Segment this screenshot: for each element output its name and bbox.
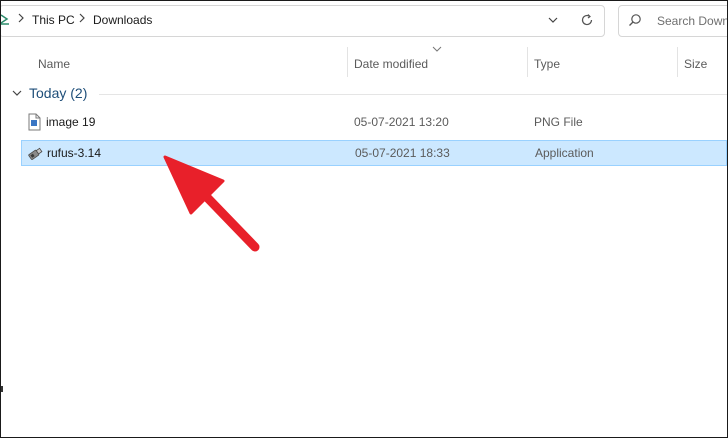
column-header-type[interactable]: Type [534,57,560,71]
file-type: Application [535,146,594,160]
file-explorer-window: This PC Downloads Search Down Name Date … [0,0,728,438]
breadcrumb-downloads[interactable]: Downloads [93,13,152,27]
collapse-group-icon[interactable] [11,88,23,98]
file-type: PNG File [534,115,583,129]
file-date-modified: 05-07-2021 18:33 [355,146,450,160]
column-header-name[interactable]: Name [38,57,70,71]
group-divider [99,94,727,95]
search-icon [629,14,641,26]
png-file-icon [28,113,41,131]
usb-drive-icon [28,147,43,160]
column-header-size[interactable]: Size [684,57,707,71]
address-bar[interactable] [1,5,605,37]
breadcrumb-this-pc[interactable]: This PC [32,13,75,27]
group-header-today[interactable]: Today (2) [29,85,87,101]
address-bar-row: This PC Downloads Search Down [1,1,727,41]
sort-caret-icon [432,46,442,52]
chevron-right-icon[interactable] [78,12,86,24]
column-header-date-modified[interactable]: Date modified [354,57,428,71]
file-name: image 19 [46,115,96,129]
search-placeholder: Search Down [657,14,728,28]
chevron-right-icon[interactable] [17,12,25,24]
column-divider[interactable] [527,47,528,77]
red-arrow-annotation [163,155,260,252]
this-pc-icon[interactable] [1,12,11,26]
file-date-modified: 05-07-2021 13:20 [354,115,449,129]
refresh-icon[interactable] [579,12,595,28]
file-row-image-19[interactable]: image 19 05-07-2021 13:20 PNG File [21,109,727,135]
file-name: rufus-3.14 [47,146,102,160]
column-divider[interactable] [347,47,348,77]
window-edge-mark [1,386,3,392]
file-row-rufus-3-14[interactable]: rufus-3.14 05-07-2021 18:33 Application [21,140,727,166]
chevron-down-icon[interactable] [546,13,560,27]
column-divider[interactable] [677,47,678,77]
